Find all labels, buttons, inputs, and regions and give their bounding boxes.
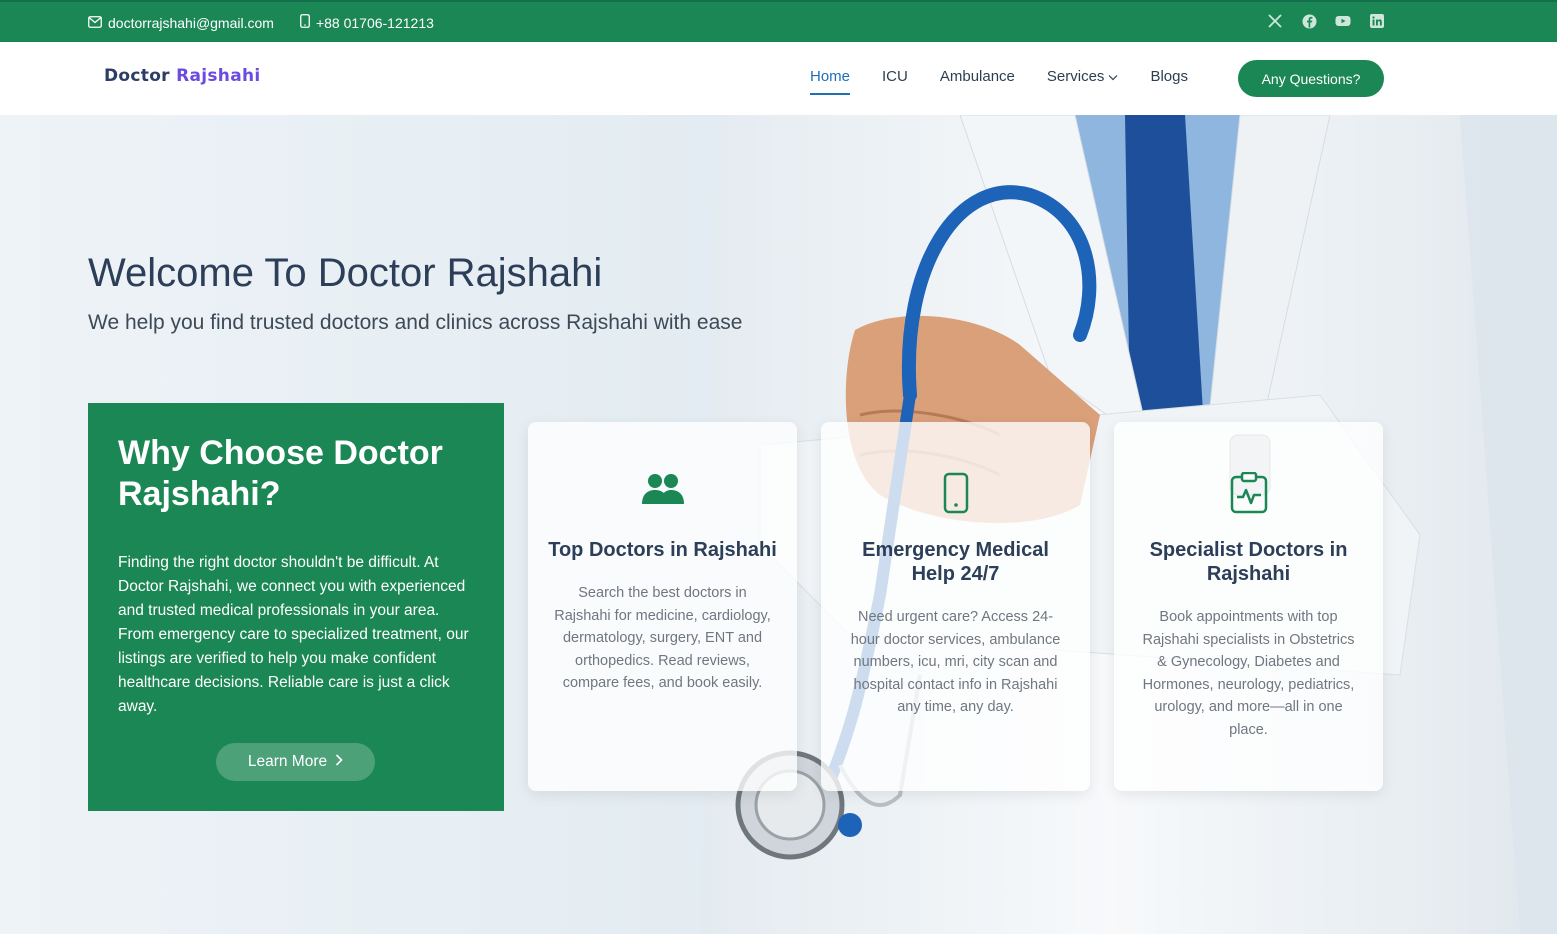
phone-icon [821,472,1090,516]
feature-card-top-doctors[interactable]: Top Doctors in Rajshahi Search the best … [528,422,797,791]
email-text: doctorrajshahi@gmail.com [108,14,274,31]
chevron-down-icon [1108,68,1118,85]
nav-ambulance[interactable]: Ambulance [940,68,1015,95]
top-bar: doctorrajshahi@gmail.com +88 01706-12121… [0,0,1557,42]
card-text: Book appointments with top Rajshahi spec… [1142,609,1355,738]
any-questions-button[interactable]: Any Questions? [1238,60,1384,97]
card-title: Specialist Doctors in Rajshahi [1149,539,1348,585]
logo-text-rajshahi: Rajshahi [176,66,261,86]
linkedin-icon[interactable] [1369,13,1385,29]
feature-card-specialists[interactable]: Specialist Doctors in Rajshahi Book appo… [1114,422,1383,791]
phone-link[interactable]: +88 01706-121213 [300,14,434,31]
clipboard-pulse-icon [1114,472,1383,516]
x-icon[interactable] [1267,13,1283,29]
card-text: Search the best doctors in Rajshahi for … [554,585,771,691]
why-choose-panel: Why Choose Doctor Rajshahi? Finding the … [88,403,504,811]
mobile-icon [300,14,310,31]
people-icon [528,472,797,516]
envelope-icon [88,15,102,31]
site-logo[interactable]: Doctor Rajshahi [104,66,261,86]
hero-section: Welcome To Doctor Rajshahi We help you f… [0,115,1557,934]
site-header: Doctor Rajshahi Home ICU Ambulance Servi… [0,42,1557,115]
card-text: Need urgent care? Access 24-hour doctor … [850,609,1061,715]
hero-title: Welcome To Doctor Rajshahi [88,251,603,295]
nav-home[interactable]: Home [810,68,851,95]
facebook-icon[interactable] [1301,13,1317,29]
nav-icu[interactable]: ICU [882,68,908,95]
card-title: Top Doctors in Rajshahi [548,539,777,561]
nav-blogs[interactable]: Blogs [1150,68,1188,95]
logo-text-doctor: Doctor [104,66,170,86]
nav-icu-label: ICU [882,68,908,85]
nav-services[interactable]: Services [1047,68,1119,95]
main-nav: Home ICU Ambulance Services Blogs [810,68,1188,95]
youtube-icon[interactable] [1335,13,1351,29]
nav-home-label: Home [810,68,851,85]
email-link[interactable]: doctorrajshahi@gmail.com [88,14,274,31]
nav-ambulance-label: Ambulance [939,68,1015,85]
phone-text: +88 01706-121213 [315,14,434,31]
contact-info: doctorrajshahi@gmail.com +88 01706-12121… [88,14,434,31]
social-links [1267,13,1385,29]
feature-card-emergency[interactable]: Emergency Medical Help 24/7 Need urgent … [821,422,1090,791]
nav-services-label: Services [1046,68,1105,85]
why-title: Why Choose Doctor Rajshahi? [118,434,443,513]
hero-subtitle: We help you find trusted doctors and cli… [88,311,743,334]
chevron-right-icon [335,753,343,771]
learn-more-button[interactable]: Learn More [216,743,375,781]
nav-blogs-label: Blogs [1150,68,1188,85]
card-title: Emergency Medical Help 24/7 [862,539,1049,585]
why-body: Finding the right doctor shouldn't be di… [118,554,469,715]
learn-more-label: Learn More [247,753,328,770]
